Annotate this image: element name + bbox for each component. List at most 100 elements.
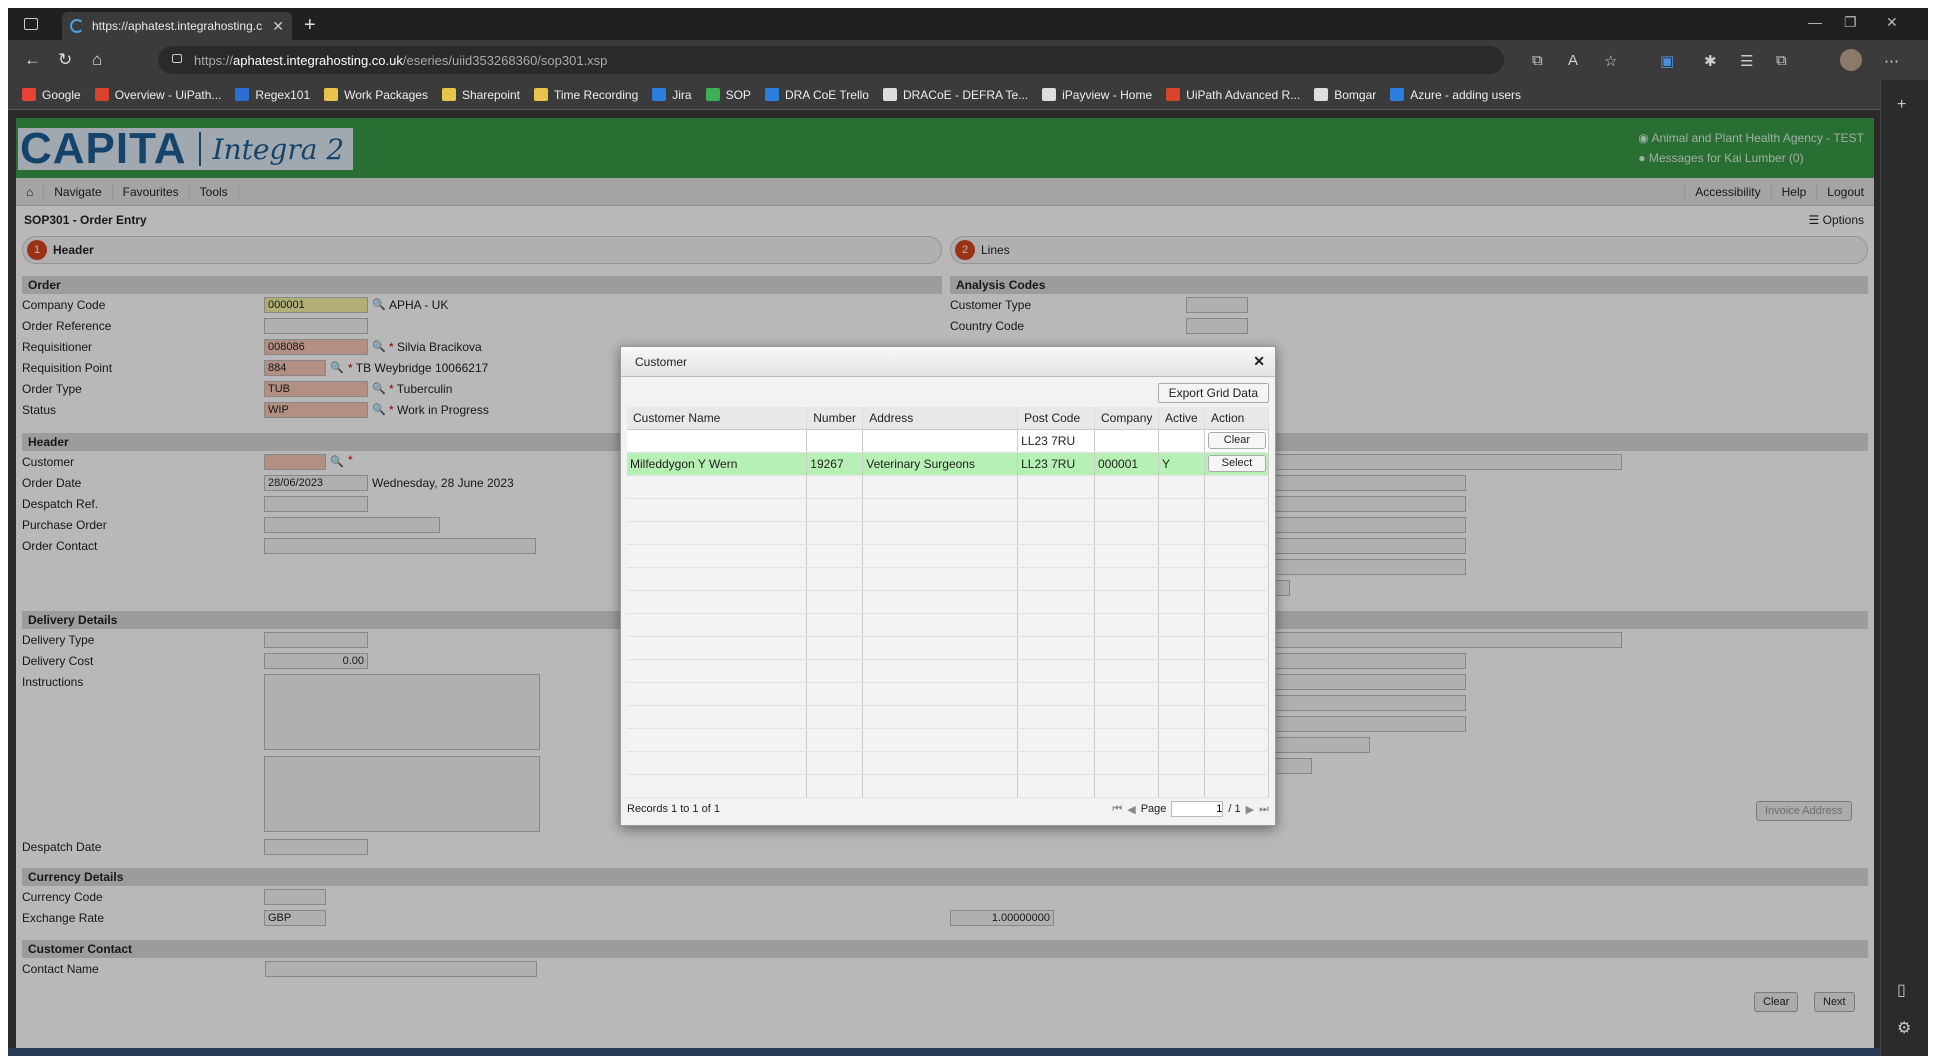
empty-row: [627, 521, 1270, 545]
bookmark-icon: [652, 88, 667, 101]
profile-avatar[interactable]: [1840, 49, 1862, 71]
bookmark-icon: [1166, 88, 1181, 101]
new-tab-icon[interactable]: +: [304, 14, 316, 37]
bookmark-item[interactable]: Work Packages: [324, 88, 428, 102]
taskbar-strip: [8, 1048, 1880, 1056]
table-row[interactable]: Milfeddygon Y Wern 19267 Veterinary Surg…: [627, 452, 1270, 476]
bookmark-item[interactable]: SOP: [705, 87, 751, 102]
prev-page-icon[interactable]: ◀: [1127, 803, 1135, 816]
favorites-icon[interactable]: ☰: [1740, 52, 1753, 70]
back-icon[interactable]: ←: [24, 50, 41, 70]
empty-row: [627, 751, 1270, 775]
close-dialog-icon[interactable]: ✕: [1253, 353, 1265, 370]
col-company[interactable]: Company: [1094, 407, 1159, 430]
url-host: aphatest.integrahosting.co.uk: [233, 52, 403, 68]
site-favicon-icon: [70, 19, 84, 33]
col-action: Action: [1204, 407, 1270, 430]
bookmark-item[interactable]: Regex101: [235, 88, 310, 102]
empty-row: [627, 728, 1270, 752]
bookmark-item[interactable]: iPayview - Home: [1042, 88, 1152, 102]
address-bar[interactable]: https://aphatest.integrahosting.co.uk/es…: [158, 46, 1504, 74]
filter-customer-name[interactable]: [627, 429, 808, 453]
filter-post-code[interactable]: LL23 7RU: [1017, 429, 1096, 453]
filter-number[interactable]: [806, 429, 864, 453]
lock-icon: [172, 54, 182, 63]
filter-address[interactable]: [862, 429, 1019, 453]
extensions-icon[interactable]: ✱: [1704, 52, 1717, 70]
cell-active: Y: [1158, 452, 1205, 476]
empty-row: [627, 498, 1270, 522]
empty-row: [627, 636, 1270, 660]
bookmark-label: iPayview - Home: [1062, 87, 1153, 102]
bookmark-item[interactable]: Sharepoint: [441, 88, 520, 102]
col-number[interactable]: Number: [806, 407, 864, 430]
bookmark-icon: [22, 88, 36, 101]
bookmark-icon: [533, 88, 548, 101]
bookmark-item[interactable]: DRACoE - DEFRA Te...: [882, 88, 1028, 102]
export-grid-button[interactable]: Export Grid Data: [1157, 383, 1269, 403]
app-available-icon[interactable]: ⧉: [1532, 52, 1543, 69]
cell-post-code: LL23 7RU: [1017, 452, 1096, 476]
restore-icon[interactable]: ❐: [1844, 14, 1857, 31]
bookmark-item[interactable]: DRA CoE Trello: [764, 87, 869, 102]
close-window-icon[interactable]: ✕: [1886, 14, 1898, 31]
filter-clear-button[interactable]: Clear: [1207, 432, 1266, 449]
dialog-title: Customer: [621, 347, 1275, 377]
bookmark-icon: [1314, 88, 1329, 101]
tab-actions-icon[interactable]: [24, 18, 38, 30]
home-icon[interactable]: ⌂: [92, 50, 102, 70]
col-customer-name[interactable]: Customer Name: [627, 407, 808, 430]
settings-gear-icon[interactable]: ⚙: [1897, 1018, 1911, 1038]
bookmark-item[interactable]: Azure - adding users: [1390, 88, 1521, 102]
bookmark-item[interactable]: Bomgar: [1314, 88, 1376, 102]
filter-company[interactable]: [1094, 429, 1159, 453]
bookmark-label: Time Recording: [553, 87, 639, 102]
col-active[interactable]: Active: [1158, 407, 1205, 430]
empty-row: [627, 659, 1270, 683]
bookmark-item[interactable]: Google: [22, 88, 81, 102]
split-screen-icon[interactable]: ▯: [1897, 980, 1906, 1000]
bookmark-label: DRA CoE Trello: [784, 87, 869, 102]
customer-grid: Customer Name Number Address Post Code C…: [627, 407, 1270, 798]
minimize-icon[interactable]: —: [1808, 14, 1822, 30]
read-aloud-icon[interactable]: A: [1568, 52, 1578, 69]
bookmark-icon: [882, 88, 897, 101]
close-tab-icon[interactable]: ✕: [272, 18, 284, 35]
bookmark-item[interactable]: Overview - UiPath...: [94, 87, 222, 102]
page-label: Page: [1140, 803, 1167, 815]
collections-icon[interactable]: ⧉: [1776, 52, 1787, 69]
favorite-star-icon[interactable]: ☆: [1604, 52, 1617, 70]
browser-tab[interactable]: https://aphatest.integrahosting.c ✕: [62, 12, 292, 40]
tab-strip: https://aphatest.integrahosting.c ✕ + — …: [8, 8, 1928, 40]
bookmark-label: SOP: [725, 87, 751, 102]
bookmark-item[interactable]: UiPath Advanced R...: [1166, 88, 1300, 102]
next-page-icon[interactable]: ▶: [1246, 803, 1254, 816]
bookmark-item[interactable]: Jira: [652, 88, 692, 102]
col-post-code[interactable]: Post Code: [1017, 407, 1096, 430]
select-button[interactable]: Select: [1207, 455, 1266, 472]
bookmark-icon: [1042, 88, 1057, 101]
filter-active[interactable]: [1158, 429, 1205, 453]
refresh-icon[interactable]: ↻: [58, 50, 72, 70]
empty-row: [627, 590, 1270, 614]
more-menu-icon[interactable]: ⋯: [1884, 52, 1899, 70]
bookmark-label: Overview - UiPath...: [114, 87, 222, 102]
page-total: / 1: [1228, 803, 1241, 815]
add-sidebar-icon[interactable]: +: [1897, 96, 1906, 114]
page-number-input[interactable]: [1171, 801, 1224, 817]
cell-customer-name: Milfeddygon Y Wern: [627, 452, 808, 476]
bookmark-label: Work Packages: [344, 87, 428, 102]
bookmark-icon: [705, 88, 720, 101]
grid-pager: Records 1 to 1 of 1 ⏮ ◀ Page / 1 ▶ ⏭: [627, 799, 1269, 819]
last-page-icon[interactable]: ⏭: [1259, 803, 1269, 816]
bookmark-icon: [235, 88, 250, 101]
empty-row: [627, 682, 1270, 706]
uipath-extension-icon[interactable]: ▣: [1660, 52, 1674, 70]
cell-address: Veterinary Surgeons: [862, 452, 1019, 476]
bookmark-item[interactable]: Time Recording: [533, 87, 639, 102]
bookmark-label: Bomgar: [1334, 87, 1377, 102]
col-address[interactable]: Address: [862, 407, 1019, 430]
bookmark-icon: [441, 88, 456, 101]
url-prefix: https://: [194, 52, 234, 68]
first-page-icon[interactable]: ⏮: [1112, 803, 1122, 816]
